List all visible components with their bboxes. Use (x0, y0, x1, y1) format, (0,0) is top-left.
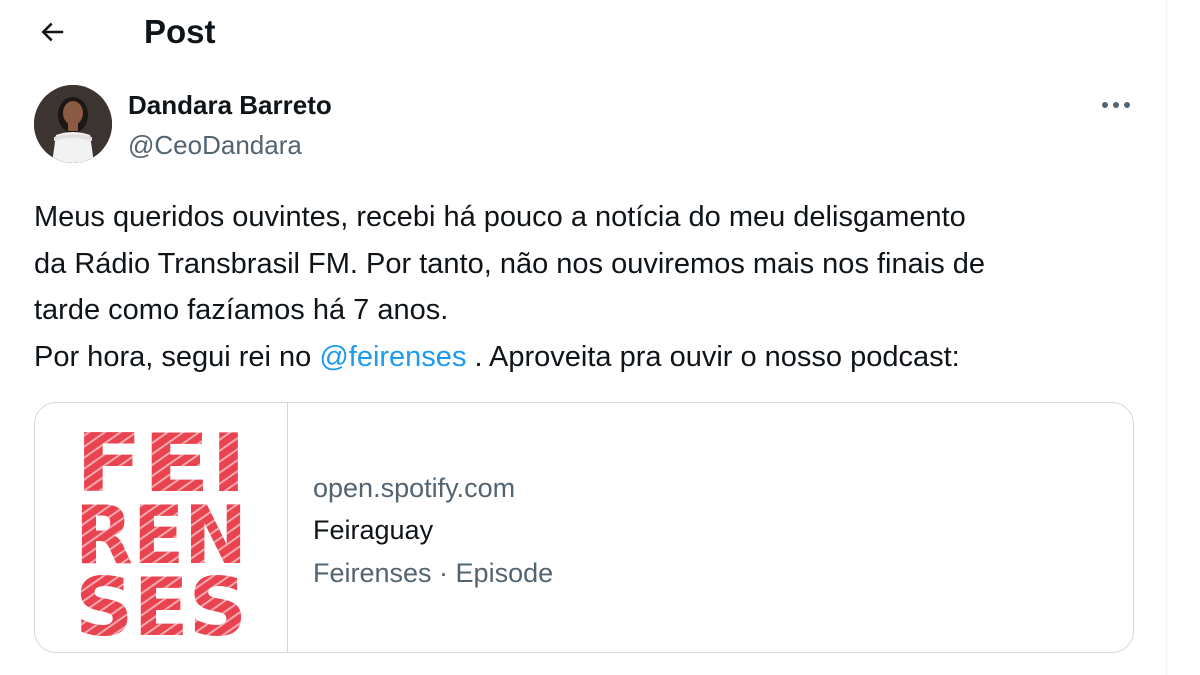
feirenses-logo: FEI REN SES FEI REN SES (75, 417, 247, 653)
avatar[interactable] (34, 85, 112, 163)
back-button[interactable] (30, 10, 74, 54)
card-title: Feiraguay (313, 515, 434, 545)
post-text-line: Meus queridos ouvintes, recebi há pouco … (34, 201, 966, 233)
more-options-button[interactable] (1094, 88, 1138, 122)
post-text-line: tarde como fazíamos há 7 anos. (34, 294, 449, 326)
author-name[interactable]: Dandara Barreto (128, 88, 332, 122)
card-meta: Feirenses · Episode (313, 558, 554, 588)
more-horizontal-icon (1102, 102, 1130, 108)
logo-texture: SES (75, 561, 247, 653)
post-text-segment: Por hora, segui rei no (34, 340, 320, 373)
author-handle[interactable]: @CeoDandara (128, 128, 302, 162)
post-text: Meus queridos ouvintes, recebi há pouco … (34, 194, 1144, 380)
card-body: open.spotify.com Feiraguay Feirenses · E… (313, 467, 553, 595)
top-bar: Post (0, 0, 1166, 64)
avatar-photo (34, 85, 112, 163)
post-text-segment: . Aproveita pra ouvir o nosso podcast: (466, 340, 960, 373)
column-border (1166, 0, 1167, 675)
arrow-left-icon (41, 22, 64, 42)
link-card[interactable]: FEI REN SES FEI REN SES open.spotify.com… (34, 402, 1134, 653)
post-text-line: da Rádio Transbrasil FM. Por tanto, não … (34, 247, 986, 280)
post-text-line: Por hora, segui rei no @feirenses . Apro… (34, 334, 1144, 381)
page-title: Post (144, 13, 216, 50)
mention-link[interactable]: @feirenses (319, 341, 466, 373)
card-domain: open.spotify.com (313, 473, 516, 503)
podcast-cover: FEI REN SES FEI REN SES (35, 403, 288, 652)
